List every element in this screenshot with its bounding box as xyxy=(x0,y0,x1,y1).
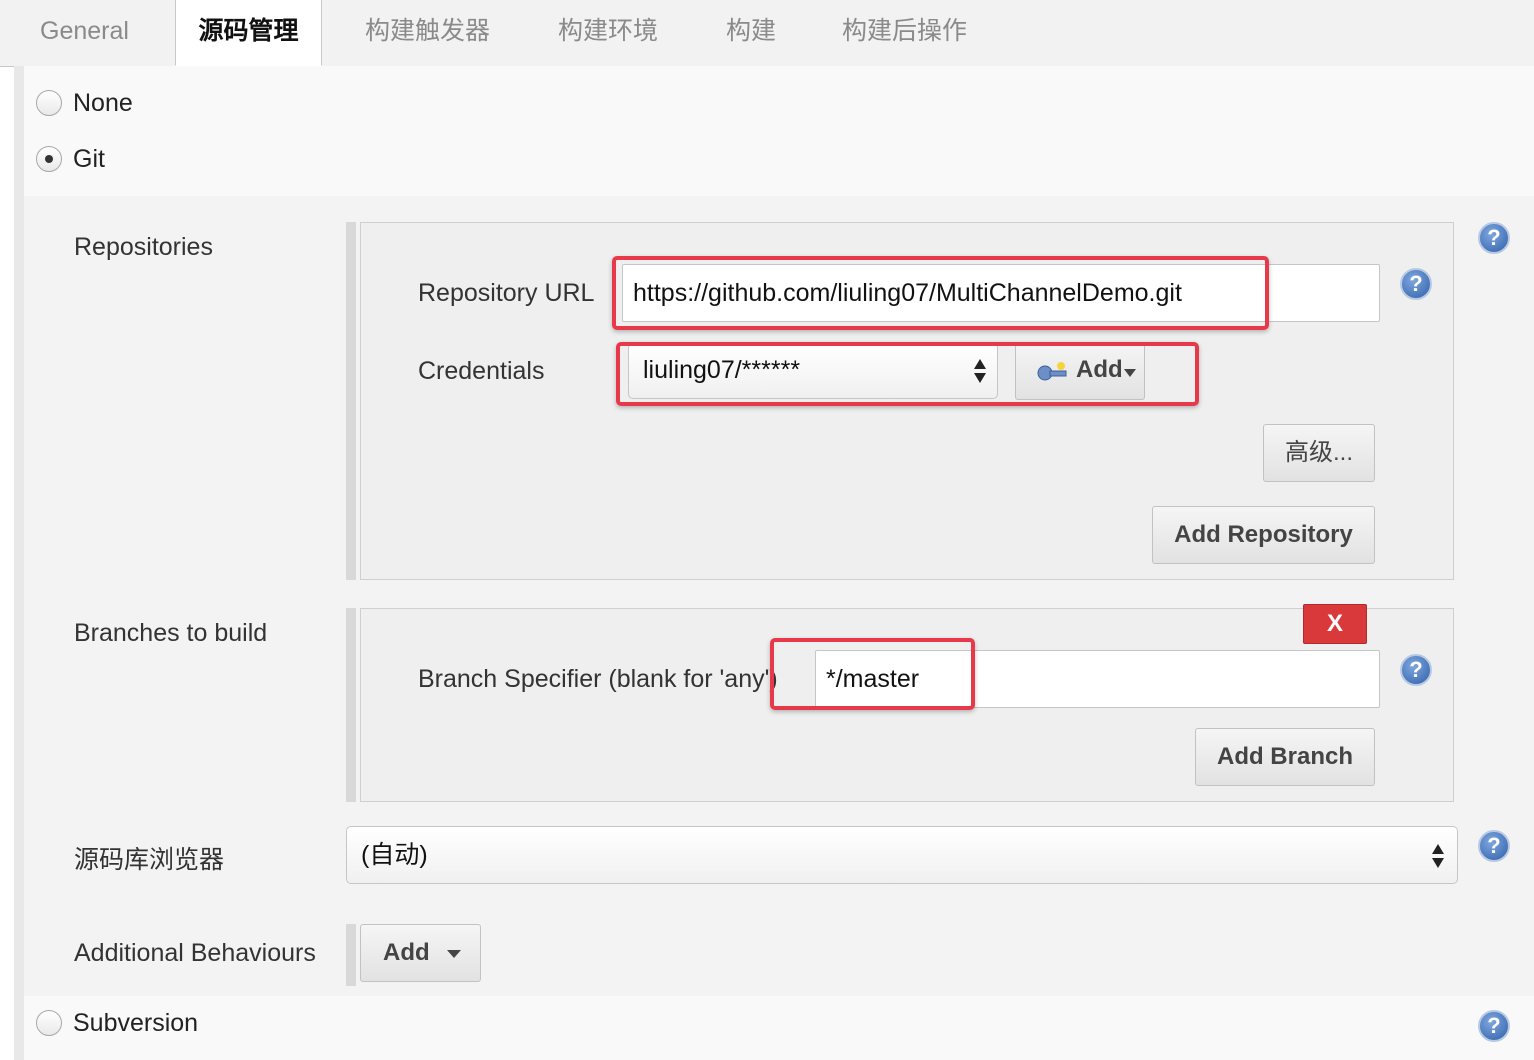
repositories-label: Repositories xyxy=(74,233,213,261)
branches-label: Branches to build xyxy=(74,619,268,647)
section-divider xyxy=(14,66,24,1060)
add-repository-button[interactable]: Add Repository xyxy=(1152,506,1375,564)
select-arrows-icon xyxy=(1432,844,1444,868)
advanced-button[interactable]: 高级... xyxy=(1263,424,1375,482)
subversion-help-icon[interactable]: ? xyxy=(1478,1010,1510,1042)
repository-url-label: Repository URL xyxy=(418,279,595,307)
repositories-help-icon[interactable]: ? xyxy=(1478,222,1510,254)
branch-specifier-label: Branch Specifier (blank for 'any') xyxy=(418,665,778,693)
repositories-rule xyxy=(346,222,356,580)
behaviours-rule xyxy=(346,924,356,986)
branch-specifier-input[interactable]: */master xyxy=(815,650,1380,708)
radio-git[interactable] xyxy=(36,146,62,172)
repository-url-input[interactable]: https://github.com/liuling07/MultiChanne… xyxy=(622,264,1380,322)
add-behaviour-button[interactable]: Add xyxy=(360,924,481,982)
radio-git-label: Git xyxy=(73,145,105,173)
repo-browser-select[interactable]: (自动) xyxy=(346,826,1458,884)
credentials-select[interactable]: liuling07/****** xyxy=(628,343,998,399)
repo-browser-label: 源码库浏览器 xyxy=(74,846,225,874)
add-credentials-button[interactable]: Add xyxy=(1015,342,1145,400)
radio-none-label: None xyxy=(73,89,133,117)
repo-browser-value: (自动) xyxy=(361,841,428,869)
repo-browser-help-icon[interactable]: ? xyxy=(1478,830,1510,862)
branches-rule xyxy=(346,608,356,802)
radio-subversion-label: Subversion xyxy=(73,1009,199,1037)
repository-url-help-icon[interactable]: ? xyxy=(1400,268,1432,300)
credentials-value: liuling07/****** xyxy=(643,356,801,384)
radio-none[interactable] xyxy=(36,90,62,116)
tab-build-environment[interactable]: 构建环境 xyxy=(558,0,658,66)
tab-build-triggers[interactable]: 构建触发器 xyxy=(365,0,490,66)
dropdown-caret-icon xyxy=(1124,369,1136,377)
key-icon xyxy=(1037,362,1067,381)
tab-general[interactable]: General xyxy=(40,0,129,66)
additional-behaviours-label: Additional Behaviours xyxy=(74,939,316,967)
tab-bar: General 源码管理 构建触发器 构建环境 构建 构建后操作 xyxy=(0,0,1534,67)
tab-post-build-actions[interactable]: 构建后操作 xyxy=(842,0,967,66)
add-credentials-label: Add xyxy=(1076,356,1123,383)
add-behaviour-label: Add xyxy=(383,939,430,966)
credentials-label: Credentials xyxy=(418,357,545,385)
radio-subversion[interactable] xyxy=(36,1010,62,1036)
branch-specifier-help-icon[interactable]: ? xyxy=(1400,654,1432,686)
tab-source-management[interactable]: 源码管理 xyxy=(175,0,322,66)
select-arrows-icon xyxy=(974,359,986,383)
add-branch-button[interactable]: Add Branch xyxy=(1195,728,1375,786)
dropdown-caret-icon xyxy=(447,950,461,958)
tab-build[interactable]: 构建 xyxy=(726,0,776,66)
delete-branch-button[interactable]: X xyxy=(1303,604,1367,644)
